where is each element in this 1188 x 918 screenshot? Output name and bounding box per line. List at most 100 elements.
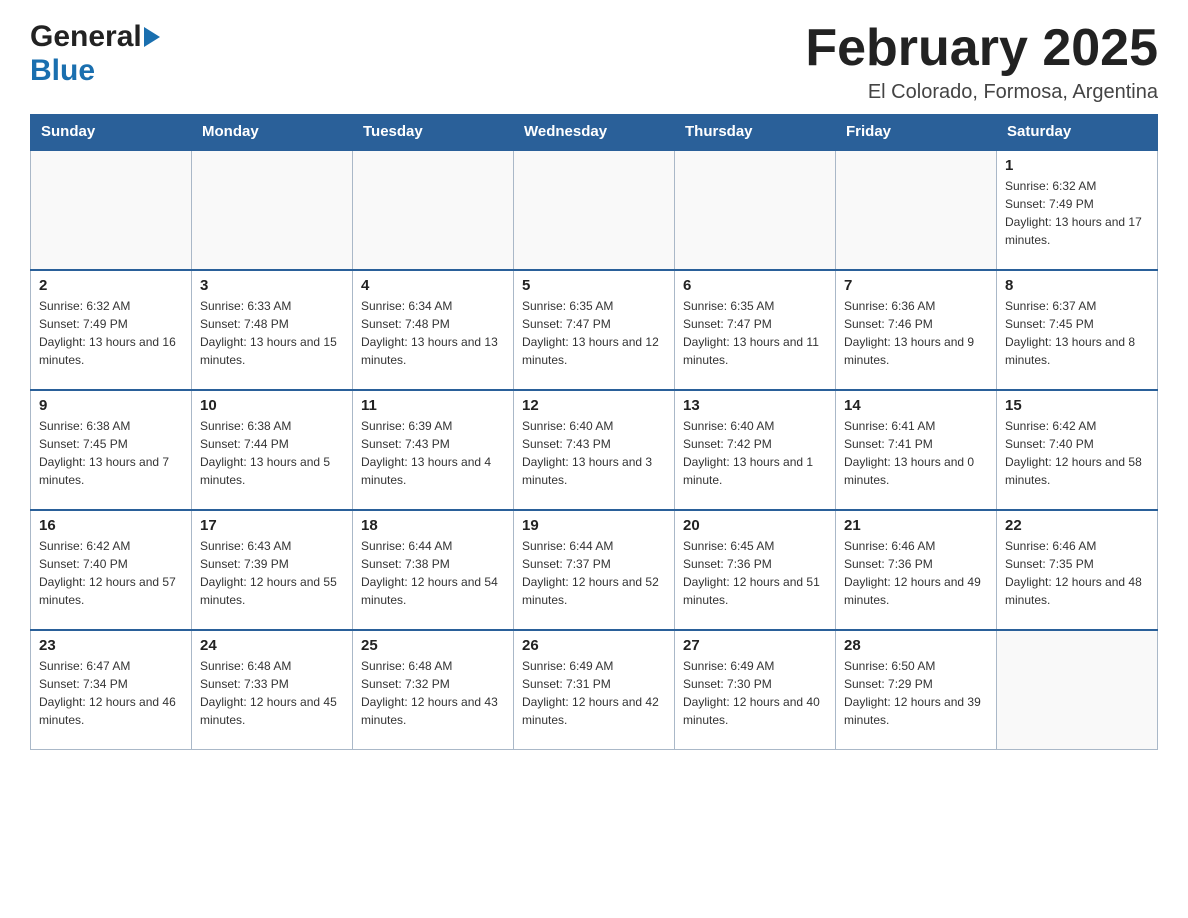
calendar-cell: 3 Sunrise: 6:33 AMSunset: 7:48 PMDaylight… (192, 270, 353, 390)
day-info: Sunrise: 6:39 AMSunset: 7:43 PMDaylight:… (361, 417, 505, 489)
day-number: 17 (200, 517, 344, 534)
calendar-cell (675, 150, 836, 270)
day-number: 27 (683, 637, 827, 654)
calendar-cell (836, 150, 997, 270)
calendar-cell: 27 Sunrise: 6:49 AMSunset: 7:30 PMDayligh… (675, 630, 836, 750)
logo: General Blue (30, 20, 160, 88)
weekday-header-friday: Friday (836, 115, 997, 150)
logo-general: General (30, 20, 142, 54)
day-number: 2 (39, 277, 183, 294)
day-info: Sunrise: 6:33 AMSunset: 7:48 PMDaylight:… (200, 297, 344, 369)
day-info: Sunrise: 6:37 AMSunset: 7:45 PMDaylight:… (1005, 297, 1149, 369)
calendar-cell: 18 Sunrise: 6:44 AMSunset: 7:38 PMDayligh… (353, 510, 514, 630)
calendar-cell: 17 Sunrise: 6:43 AMSunset: 7:39 PMDayligh… (192, 510, 353, 630)
day-number: 22 (1005, 517, 1149, 534)
day-info: Sunrise: 6:44 AMSunset: 7:37 PMDaylight:… (522, 537, 666, 609)
day-info: Sunrise: 6:48 AMSunset: 7:33 PMDaylight:… (200, 657, 344, 729)
day-number: 24 (200, 637, 344, 654)
day-number: 15 (1005, 397, 1149, 414)
calendar-cell: 16 Sunrise: 6:42 AMSunset: 7:40 PMDayligh… (31, 510, 192, 630)
day-info: Sunrise: 6:44 AMSunset: 7:38 PMDaylight:… (361, 537, 505, 609)
calendar-cell: 25 Sunrise: 6:48 AMSunset: 7:32 PMDayligh… (353, 630, 514, 750)
calendar-cell: 28 Sunrise: 6:50 AMSunset: 7:29 PMDayligh… (836, 630, 997, 750)
logo-blue: Blue (30, 54, 95, 87)
weekday-header-wednesday: Wednesday (514, 115, 675, 150)
day-number: 20 (683, 517, 827, 534)
calendar-cell: 8 Sunrise: 6:37 AMSunset: 7:45 PMDaylight… (997, 270, 1158, 390)
calendar-cell: 5Sunrise: 6:35 AMSunset: 7:47 PMDaylight… (514, 270, 675, 390)
day-number: 4 (361, 277, 505, 294)
weekday-header-monday: Monday (192, 115, 353, 150)
day-number: 13 (683, 397, 827, 414)
day-info: Sunrise: 6:42 AMSunset: 7:40 PMDaylight:… (39, 537, 183, 609)
calendar-cell: 20 Sunrise: 6:45 AMSunset: 7:36 PMDayligh… (675, 510, 836, 630)
calendar-cell: 13 Sunrise: 6:40 AMSunset: 7:42 PMDayligh… (675, 390, 836, 510)
day-info: Sunrise: 6:49 AMSunset: 7:31 PMDaylight:… (522, 657, 666, 729)
weekday-header-sunday: Sunday (31, 115, 192, 150)
day-info: Sunrise: 6:42 AMSunset: 7:40 PMDaylight:… (1005, 417, 1149, 489)
day-number: 28 (844, 637, 988, 654)
calendar-week-5: 23 Sunrise: 6:47 AMSunset: 7:34 PMDayligh… (31, 630, 1158, 750)
logo-arrow-icon (144, 27, 160, 47)
day-number: 10 (200, 397, 344, 414)
day-info: Sunrise: 6:48 AMSunset: 7:32 PMDaylight:… (361, 657, 505, 729)
calendar-cell: 21 Sunrise: 6:46 AMSunset: 7:36 PMDayligh… (836, 510, 997, 630)
calendar-cell (514, 150, 675, 270)
weekday-header-tuesday: Tuesday (353, 115, 514, 150)
day-number: 8 (1005, 277, 1149, 294)
day-number: 6 (683, 277, 827, 294)
calendar-cell: 23 Sunrise: 6:47 AMSunset: 7:34 PMDayligh… (31, 630, 192, 750)
calendar-cell: 6 Sunrise: 6:35 AMSunset: 7:47 PMDaylight… (675, 270, 836, 390)
day-info: Sunrise: 6:32 AMSunset: 7:49 PMDaylight:… (39, 297, 183, 369)
weekday-header-saturday: Saturday (997, 115, 1158, 150)
calendar-week-4: 16 Sunrise: 6:42 AMSunset: 7:40 PMDayligh… (31, 510, 1158, 630)
day-info: Sunrise: 6:35 AMSunset: 7:47 PMDaylight:… (683, 297, 827, 369)
day-info: Sunrise: 6:49 AMSunset: 7:30 PMDaylight:… (683, 657, 827, 729)
location: El Colorado, Formosa, Argentina (805, 81, 1158, 104)
calendar-week-3: 9Sunrise: 6:38 AMSunset: 7:45 PMDaylight… (31, 390, 1158, 510)
day-info: Sunrise: 6:47 AMSunset: 7:34 PMDaylight:… (39, 657, 183, 729)
day-number: 14 (844, 397, 988, 414)
day-number: 19 (522, 517, 666, 534)
calendar-cell: 2 Sunrise: 6:32 AMSunset: 7:49 PMDaylight… (31, 270, 192, 390)
calendar-week-2: 2 Sunrise: 6:32 AMSunset: 7:49 PMDaylight… (31, 270, 1158, 390)
day-info: Sunrise: 6:46 AMSunset: 7:35 PMDaylight:… (1005, 537, 1149, 609)
day-number: 1 (1005, 157, 1149, 174)
calendar-cell (353, 150, 514, 270)
day-info: Sunrise: 6:32 AMSunset: 7:49 PMDaylight:… (1005, 177, 1149, 249)
day-info: Sunrise: 6:40 AMSunset: 7:43 PMDaylight:… (522, 417, 666, 489)
day-info: Sunrise: 6:50 AMSunset: 7:29 PMDaylight:… (844, 657, 988, 729)
day-number: 26 (522, 637, 666, 654)
page-header: General Blue February 2025 El Colorado, … (30, 20, 1158, 104)
calendar-cell: 1 Sunrise: 6:32 AMSunset: 7:49 PMDaylight… (997, 150, 1158, 270)
title-section: February 2025 El Colorado, Formosa, Arge… (805, 20, 1158, 104)
day-info: Sunrise: 6:34 AMSunset: 7:48 PMDaylight:… (361, 297, 505, 369)
month-title: February 2025 (805, 20, 1158, 77)
calendar-cell: 10 Sunrise: 6:38 AMSunset: 7:44 PMDayligh… (192, 390, 353, 510)
calendar-cell: 12Sunrise: 6:40 AMSunset: 7:43 PMDayligh… (514, 390, 675, 510)
calendar-cell (192, 150, 353, 270)
day-info: Sunrise: 6:36 AMSunset: 7:46 PMDaylight:… (844, 297, 988, 369)
day-info: Sunrise: 6:46 AMSunset: 7:36 PMDaylight:… (844, 537, 988, 609)
calendar-cell: 15 Sunrise: 6:42 AMSunset: 7:40 PMDayligh… (997, 390, 1158, 510)
calendar-cell: 19 Sunrise: 6:44 AMSunset: 7:37 PMDayligh… (514, 510, 675, 630)
day-number: 16 (39, 517, 183, 534)
calendar-cell: 4 Sunrise: 6:34 AMSunset: 7:48 PMDaylight… (353, 270, 514, 390)
calendar-week-1: 1 Sunrise: 6:32 AMSunset: 7:49 PMDaylight… (31, 150, 1158, 270)
day-number: 25 (361, 637, 505, 654)
weekday-header-row: SundayMondayTuesdayWednesdayThursdayFrid… (31, 115, 1158, 150)
calendar-cell: 14Sunrise: 6:41 AMSunset: 7:41 PMDayligh… (836, 390, 997, 510)
day-number: 5 (522, 277, 666, 294)
calendar-cell (31, 150, 192, 270)
day-info: Sunrise: 6:45 AMSunset: 7:36 PMDaylight:… (683, 537, 827, 609)
day-number: 11 (361, 397, 505, 414)
day-number: 18 (361, 517, 505, 534)
day-number: 23 (39, 637, 183, 654)
day-info: Sunrise: 6:40 AMSunset: 7:42 PMDaylight:… (683, 417, 827, 489)
day-number: 21 (844, 517, 988, 534)
calendar-cell: 22 Sunrise: 6:46 AMSunset: 7:35 PMDayligh… (997, 510, 1158, 630)
calendar-cell: 7Sunrise: 6:36 AMSunset: 7:46 PMDaylight… (836, 270, 997, 390)
day-number: 3 (200, 277, 344, 294)
day-info: Sunrise: 6:43 AMSunset: 7:39 PMDaylight:… (200, 537, 344, 609)
day-info: Sunrise: 6:38 AMSunset: 7:44 PMDaylight:… (200, 417, 344, 489)
